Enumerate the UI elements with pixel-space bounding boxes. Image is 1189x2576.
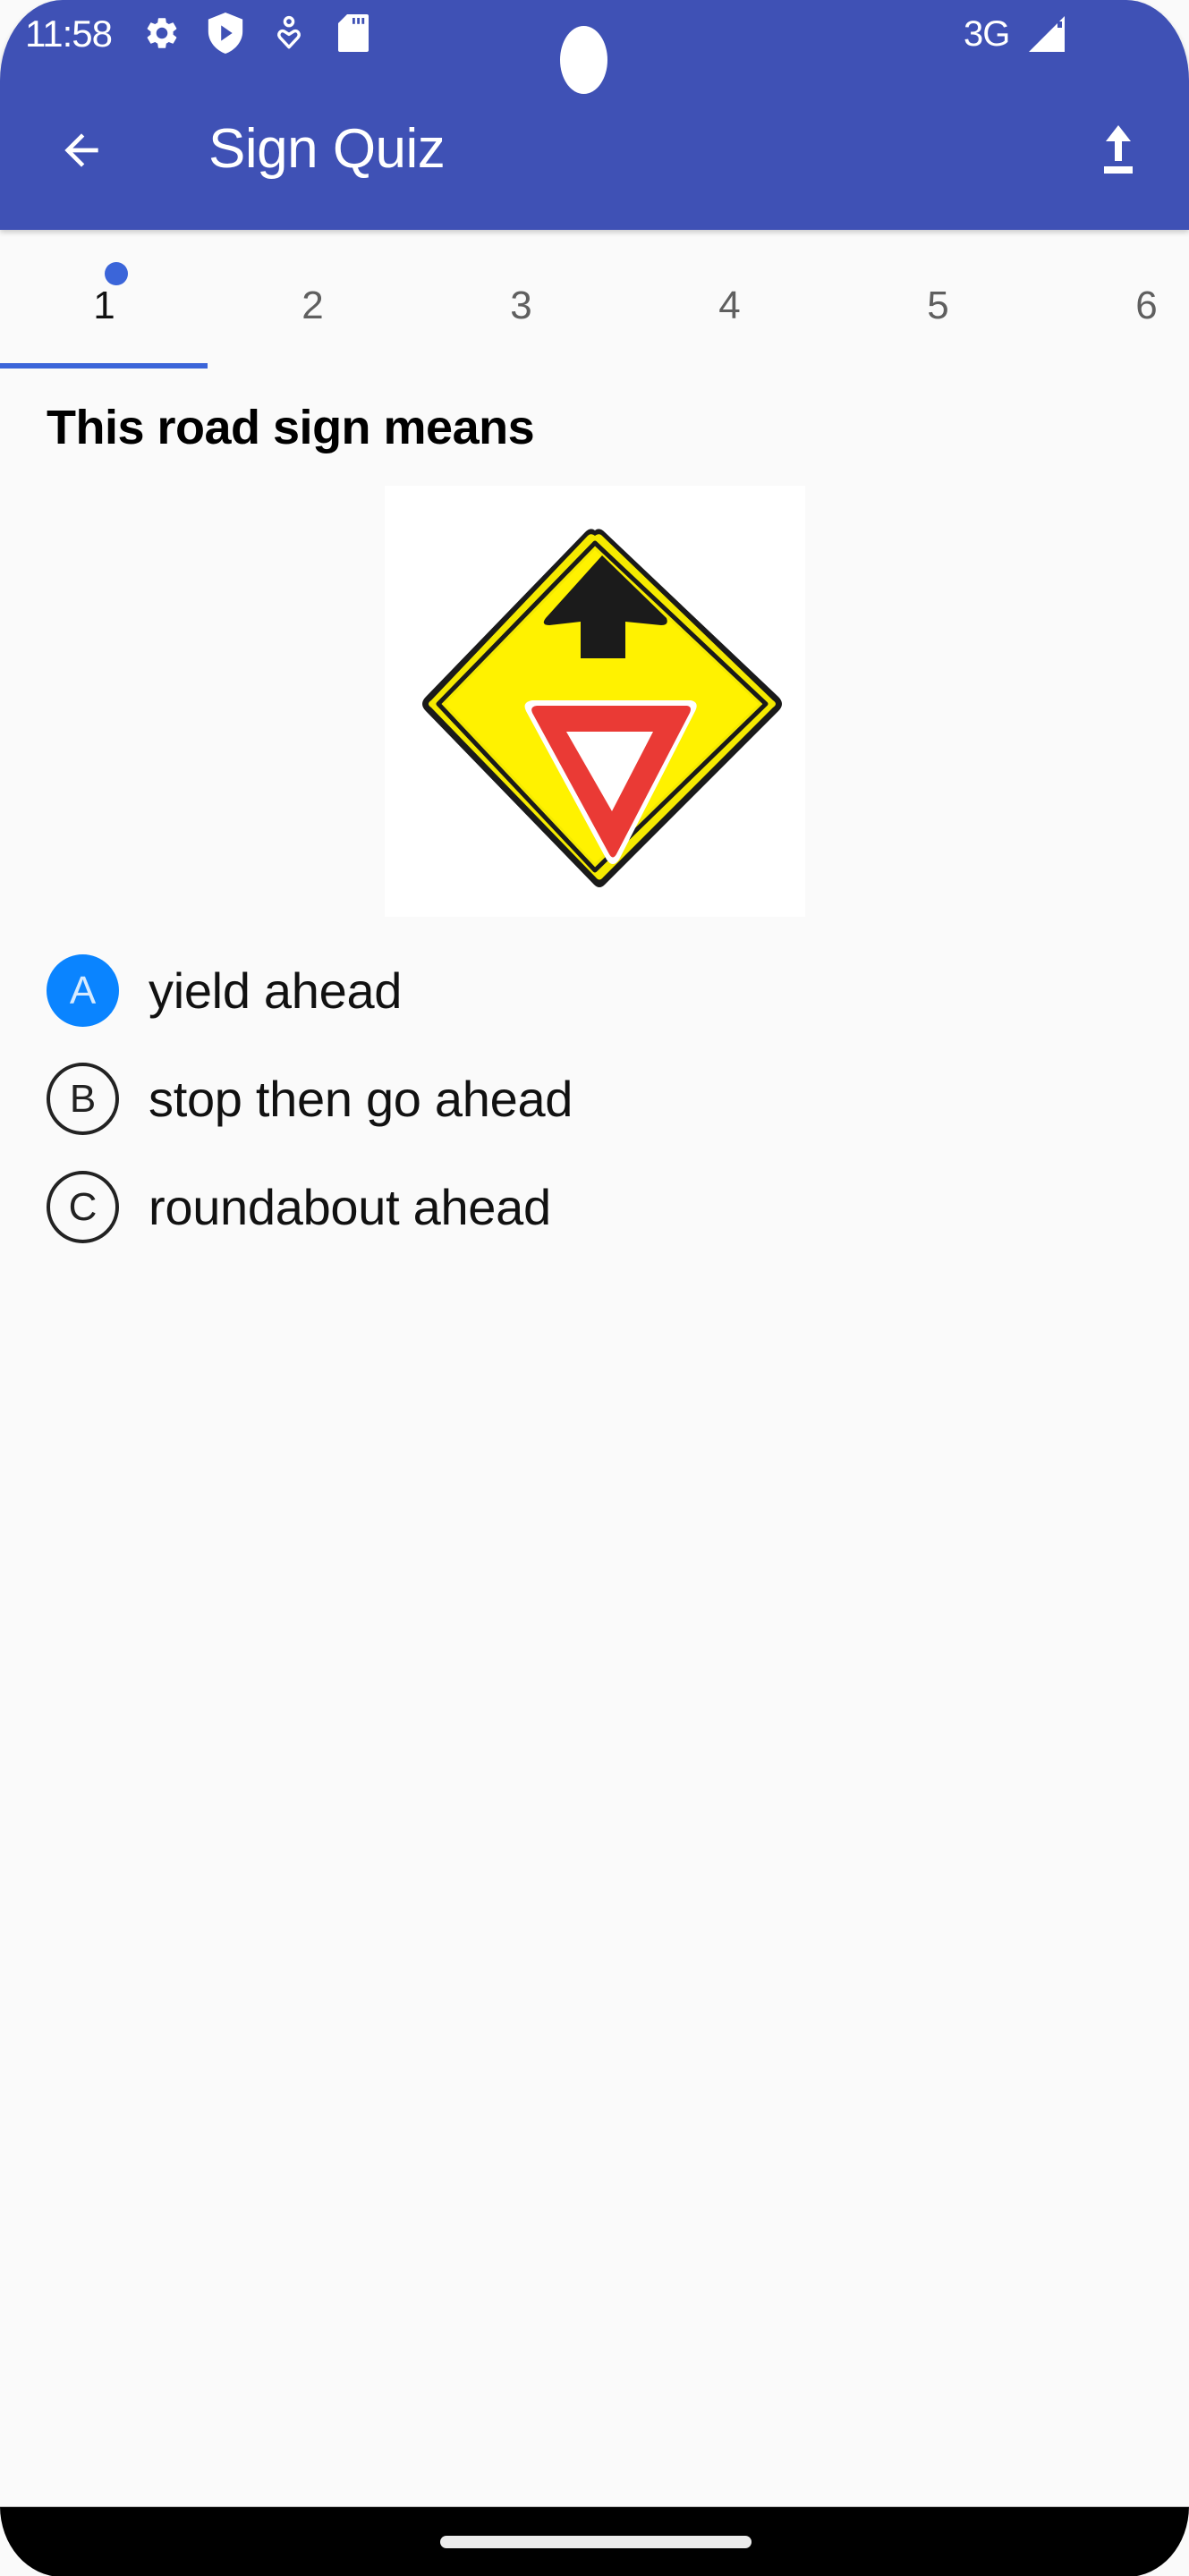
screen: 11:58 3G Sign Quiz 1 2 3 4 5 6 This road… bbox=[0, 0, 1189, 2576]
tab-label: 4 bbox=[718, 284, 741, 327]
option-c[interactable]: C roundabout ahead bbox=[0, 1158, 1189, 1257]
option-b[interactable]: B stop then go ahead bbox=[0, 1050, 1189, 1148]
option-text: stop then go ahead bbox=[149, 1071, 573, 1127]
current-question-dot bbox=[105, 262, 128, 285]
option-letter-badge: C bbox=[47, 1171, 119, 1243]
tab-label: 3 bbox=[510, 284, 532, 327]
accessibility-heart-icon bbox=[276, 15, 302, 51]
sd-card-icon bbox=[338, 14, 369, 52]
question-prompt: This road sign means bbox=[47, 401, 535, 454]
tab-5[interactable]: 5 bbox=[834, 230, 1042, 369]
tab-label: 2 bbox=[301, 284, 324, 327]
tab-2[interactable]: 2 bbox=[208, 230, 417, 369]
tab-3[interactable]: 3 bbox=[417, 230, 625, 369]
tab-label: 1 bbox=[93, 284, 115, 327]
tab-6[interactable]: 6 bbox=[1042, 230, 1189, 369]
upload-button[interactable] bbox=[1091, 121, 1145, 183]
option-a[interactable]: A yield ahead bbox=[0, 942, 1189, 1040]
tab-4[interactable]: 4 bbox=[625, 230, 834, 369]
tab-indicator bbox=[0, 363, 208, 369]
tab-1[interactable]: 1 bbox=[0, 230, 208, 369]
settings-icon bbox=[143, 15, 181, 51]
road-sign-image bbox=[385, 486, 805, 917]
option-letter-badge: A bbox=[47, 954, 119, 1027]
system-navigation-bar bbox=[0, 2506, 1189, 2576]
tab-label: 5 bbox=[927, 284, 949, 327]
page-title: Sign Quiz bbox=[208, 118, 446, 180]
network-type: 3G bbox=[964, 14, 1010, 54]
option-letter-badge: B bbox=[47, 1063, 119, 1135]
upload-icon bbox=[1104, 124, 1133, 180]
app-bar: 11:58 3G Sign Quiz bbox=[0, 0, 1189, 230]
home-gesture-handle[interactable] bbox=[440, 2536, 752, 2548]
tab-label: 6 bbox=[1135, 284, 1158, 327]
status-time: 11:58 bbox=[25, 13, 113, 55]
shield-play-icon bbox=[208, 13, 243, 54]
cellular-signal-icon bbox=[1029, 16, 1066, 58]
camera-cutout bbox=[560, 26, 607, 94]
yield-ahead-sign-icon bbox=[422, 529, 782, 887]
back-button[interactable] bbox=[50, 121, 113, 183]
question-tabs: 1 2 3 4 5 6 bbox=[0, 230, 1189, 369]
option-text: yield ahead bbox=[149, 962, 403, 1019]
arrow-back-icon bbox=[56, 125, 106, 180]
option-text: roundabout ahead bbox=[149, 1179, 551, 1235]
